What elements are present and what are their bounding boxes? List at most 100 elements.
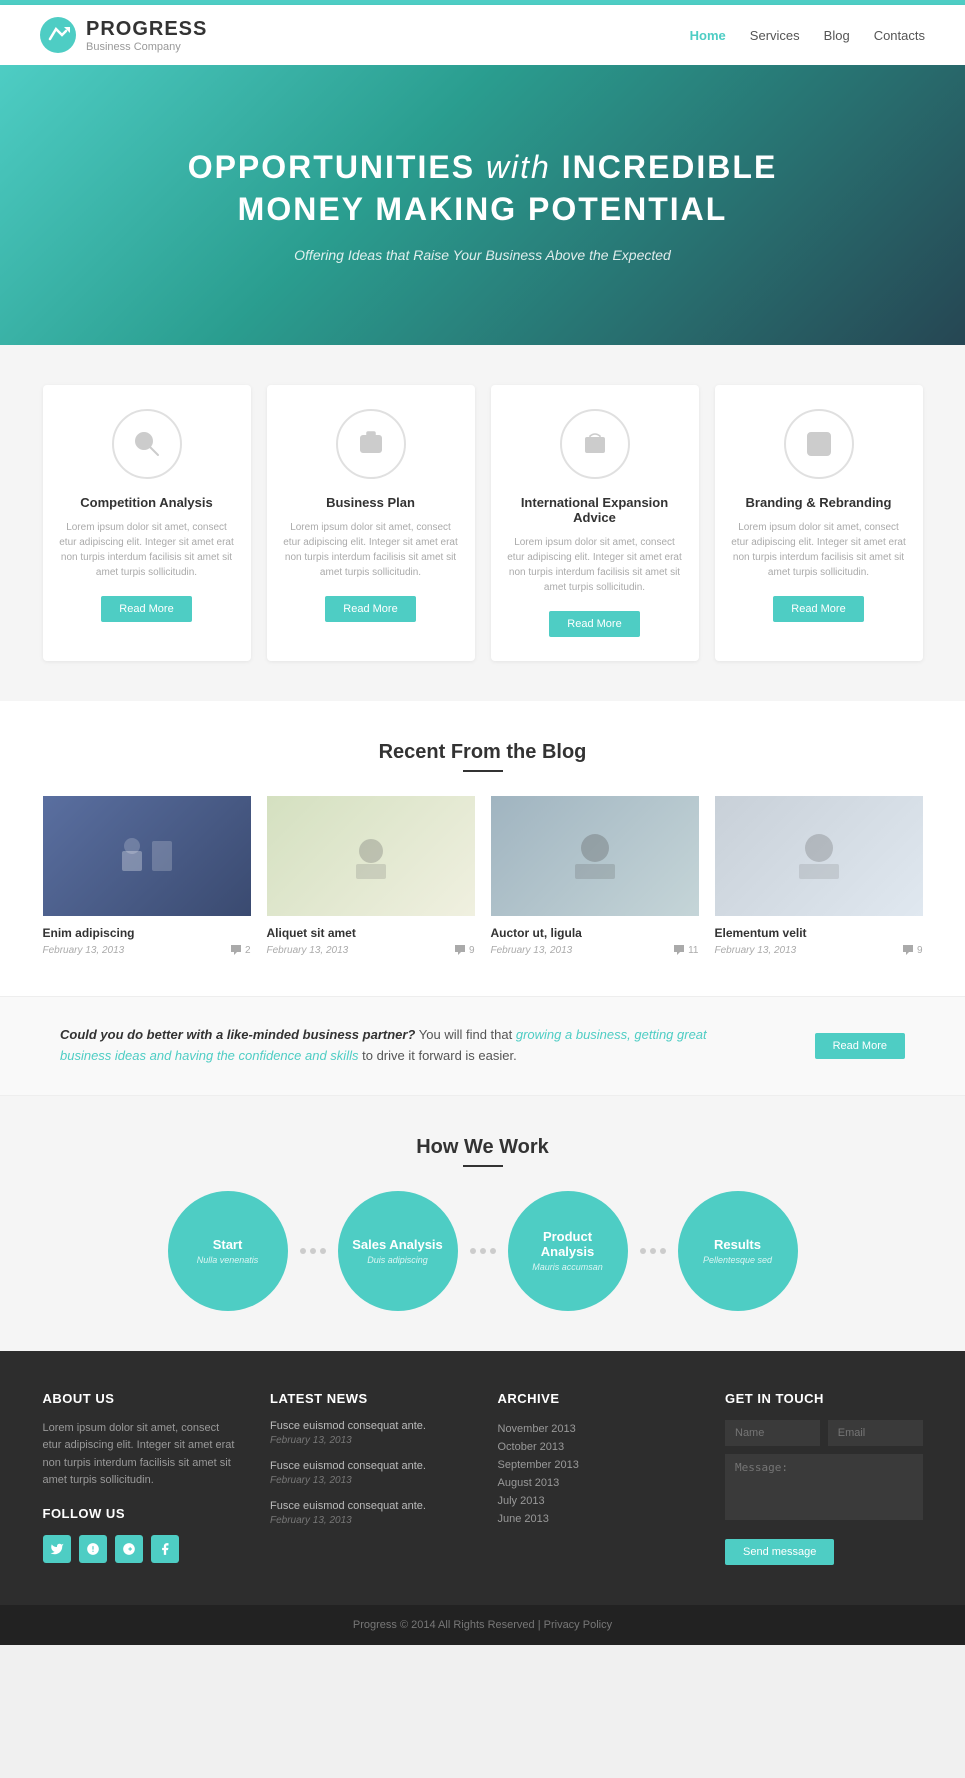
header: PROGRESS Business Company Home Services …	[0, 5, 965, 65]
blog-date-2: February 13, 2013	[267, 945, 349, 956]
footer-bottom: Progress © 2014 All Rights Reserved | Pr…	[0, 1605, 965, 1645]
blog-img-3	[491, 796, 699, 916]
cta-question: Could you do better with a like-minded b…	[60, 1027, 415, 1042]
how-dot	[320, 1248, 326, 1254]
footer-news: LATEST NEWS Fusce euismod consequat ante…	[270, 1391, 468, 1565]
how-step-1-sub: Nulla venenatis	[197, 1255, 259, 1265]
blog-title-3: Auctor ut, ligula	[491, 926, 699, 940]
footer-grid: ABOUT US Lorem ipsum dolor sit amet, con…	[43, 1391, 923, 1565]
footer-contact-title: GET IN TOUCH	[725, 1391, 923, 1406]
nav-services[interactable]: Services	[750, 28, 800, 43]
archive-item-4: August 2013	[498, 1474, 696, 1492]
logo-main-text: PROGRESS	[86, 18, 207, 41]
cta-text: Could you do better with a like-minded b…	[60, 1025, 740, 1067]
how-divider	[463, 1165, 503, 1167]
how-step-1: Start Nulla venenatis	[168, 1191, 288, 1311]
social-googleplus-icon[interactable]	[115, 1535, 143, 1563]
hero-section: OPPORTUNITIES with INCREDIBLEMONEY MAKIN…	[0, 65, 965, 345]
blog-card-4: Elementum velit February 13, 2013 9	[715, 796, 923, 956]
blog-date-3: February 13, 2013	[491, 945, 573, 956]
blog-comments-4: 9	[902, 944, 923, 956]
service-btn-4[interactable]: Read More	[773, 596, 863, 622]
services-section: Competition Analysis Lorem ipsum dolor s…	[0, 345, 965, 701]
social-facebook-icon[interactable]	[151, 1535, 179, 1563]
cta-text-post: to drive it forward is easier.	[362, 1048, 517, 1063]
how-dots-1	[300, 1248, 326, 1254]
service-card-business: Business Plan Lorem ipsum dolor sit amet…	[267, 385, 475, 661]
news-text-2: Fusce euismod consequat ante.	[270, 1460, 468, 1472]
how-dot	[480, 1248, 486, 1254]
blog-section-title: Recent From the Blog	[40, 741, 925, 764]
footer-archive-title: ARCHIVE	[498, 1391, 696, 1406]
footer-contact: GET IN TOUCH Send message	[725, 1391, 923, 1565]
how-dot	[490, 1248, 496, 1254]
contact-email-input[interactable]	[828, 1420, 923, 1446]
footer-archive: ARCHIVE November 2013 October 2013 Septe…	[498, 1391, 696, 1565]
footer: ABOUT US Lorem ipsum dolor sit amet, con…	[0, 1351, 965, 1605]
how-circles: Start Nulla venenatis Sales Analysis Dui…	[83, 1191, 883, 1311]
footer-about-text: Lorem ipsum dolor sit amet, consect etur…	[43, 1420, 241, 1490]
service-card-branding: Branding & Rebranding Lorem ipsum dolor …	[715, 385, 923, 661]
news-item-3: Fusce euismod consequat ante. February 1…	[270, 1500, 468, 1526]
service-title-3: International Expansion Advice	[507, 495, 683, 525]
service-icon-business	[336, 409, 406, 479]
service-btn-3[interactable]: Read More	[549, 611, 639, 637]
service-desc-3: Lorem ipsum dolor sit amet, consect etur…	[507, 535, 683, 595]
news-text-1: Fusce euismod consequat ante.	[270, 1420, 468, 1432]
how-dot	[300, 1248, 306, 1254]
blog-img-4	[715, 796, 923, 916]
logo-icon	[40, 17, 76, 53]
service-card-expansion: International Expansion Advice Lorem ips…	[491, 385, 699, 661]
footer-about-title: ABOUT US	[43, 1391, 241, 1406]
main-nav: Home Services Blog Contacts	[690, 28, 925, 43]
how-dot	[660, 1248, 666, 1254]
service-btn-1[interactable]: Read More	[101, 596, 191, 622]
blog-card-1: Enim adipiscing February 13, 2013 2	[43, 796, 251, 956]
archive-list: November 2013 October 2013 September 201…	[498, 1420, 696, 1528]
nav-blog[interactable]: Blog	[824, 28, 850, 43]
how-dot	[470, 1248, 476, 1254]
archive-item-2: October 2013	[498, 1438, 696, 1456]
contact-send-btn[interactable]: Send message	[725, 1539, 834, 1565]
contact-message-input[interactable]	[725, 1454, 923, 1520]
news-item-2: Fusce euismod consequat ante. February 1…	[270, 1460, 468, 1486]
how-section: How We Work Start Nulla venenatis Sales …	[0, 1096, 965, 1351]
cta-text-pre: You will find that	[419, 1027, 516, 1042]
footer-copy: Progress © 2014 All Rights Reserved | Pr…	[353, 1619, 612, 1631]
how-step-2: Sales Analysis Duis adipiscing	[338, 1191, 458, 1311]
blog-meta-2: February 13, 2013 9	[267, 944, 475, 956]
blog-card-3: Auctor ut, ligula February 13, 2013 11	[491, 796, 699, 956]
how-dots-2	[470, 1248, 496, 1254]
service-btn-2[interactable]: Read More	[325, 596, 415, 622]
logo-sub-text: Business Company	[86, 41, 207, 53]
how-step-4-title: Results	[714, 1237, 761, 1252]
news-text-3: Fusce euismod consequat ante.	[270, 1500, 468, 1512]
footer-about: ABOUT US Lorem ipsum dolor sit amet, con…	[43, 1391, 241, 1565]
hero-title: OPPORTUNITIES with INCREDIBLEMONEY MAKIN…	[188, 147, 778, 230]
nav-home[interactable]: Home	[690, 28, 726, 43]
blog-comments-1: 2	[230, 944, 251, 956]
footer-news-title: LATEST NEWS	[270, 1391, 468, 1406]
service-card-competition: Competition Analysis Lorem ipsum dolor s…	[43, 385, 251, 661]
blog-title-2: Aliquet sit amet	[267, 926, 475, 940]
social-skype-icon[interactable]	[79, 1535, 107, 1563]
hero-subtitle: Offering Ideas that Raise Your Business …	[294, 247, 671, 263]
nav-contacts[interactable]: Contacts	[874, 28, 925, 43]
news-date-2: February 13, 2013	[270, 1475, 468, 1486]
footer-follow: FOLLOW US	[43, 1506, 241, 1563]
archive-item-5: July 2013	[498, 1492, 696, 1510]
how-dot	[640, 1248, 646, 1254]
service-icon-expansion	[560, 409, 630, 479]
service-desc-2: Lorem ipsum dolor sit amet, consect etur…	[283, 520, 459, 580]
cta-read-more-btn[interactable]: Read More	[815, 1033, 905, 1059]
how-step-1-title: Start	[213, 1237, 243, 1252]
service-desc-4: Lorem ipsum dolor sit amet, consect etur…	[731, 520, 907, 580]
social-twitter-icon[interactable]	[43, 1535, 71, 1563]
how-step-3-sub: Mauris accumsan	[532, 1262, 603, 1272]
blog-comments-3: 11	[673, 944, 698, 956]
how-step-4: Results Pellentesque sed	[678, 1191, 798, 1311]
contact-name-input[interactable]	[725, 1420, 820, 1446]
how-dot	[310, 1248, 316, 1254]
how-dots-3	[640, 1248, 666, 1254]
blog-img-1	[43, 796, 251, 916]
